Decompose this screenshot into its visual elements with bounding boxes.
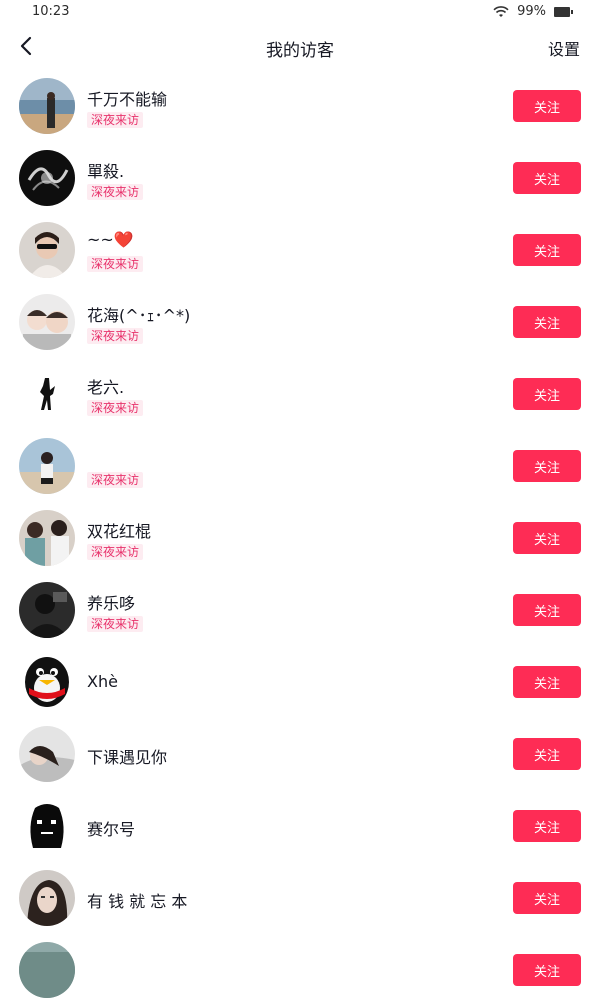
avatar[interactable]	[19, 942, 75, 998]
avatar[interactable]	[19, 582, 75, 638]
avatar[interactable]	[19, 654, 75, 710]
visitor-name: ~~❤️	[87, 230, 134, 249]
late-night-visit-tag: 深夜来访	[87, 544, 144, 560]
list-item[interactable]: 下课遇见你 关注	[0, 718, 600, 790]
list-item[interactable]: 深夜来访 关注	[0, 430, 600, 502]
avatar[interactable]	[19, 870, 75, 926]
visitor-name: Xhè	[87, 672, 118, 691]
late-night-visit-tag: 深夜来访	[87, 616, 144, 632]
status-time: 10:23	[32, 4, 70, 19]
visitor-name: 千万不能输	[87, 90, 168, 109]
list-item[interactable]: 养乐哆 深夜来访 关注	[0, 574, 600, 646]
visitor-list: 千万不能输 深夜来访 关注 單殺. 深夜来访 关注 ~~❤️ 深夜来访 关注 花…	[0, 70, 600, 1006]
list-item[interactable]: Xhè 关注	[0, 646, 600, 718]
follow-button[interactable]: 关注	[513, 450, 581, 482]
visitor-name: 下课遇见你	[87, 748, 168, 767]
list-item[interactable]: 赛尔号 关注	[0, 790, 600, 862]
follow-button[interactable]: 关注	[513, 666, 581, 698]
status-bar: 10:23 99%	[0, 0, 600, 24]
list-item[interactable]: 花海(^･ｪ･^*) 深夜来访 关注	[0, 286, 600, 358]
follow-button[interactable]: 关注	[513, 234, 581, 266]
avatar[interactable]	[19, 294, 75, 350]
follow-button[interactable]: 关注	[513, 306, 581, 338]
avatar[interactable]	[19, 726, 75, 782]
avatar[interactable]	[19, 150, 75, 206]
avatar[interactable]	[19, 366, 75, 422]
avatar[interactable]	[19, 222, 75, 278]
follow-button[interactable]: 关注	[513, 738, 581, 770]
list-item[interactable]: 双花红棍 深夜来访 关注	[0, 502, 600, 574]
late-night-visit-tag: 深夜来访	[87, 184, 144, 200]
status-icons: 99%	[493, 4, 573, 19]
visitor-name: 單殺.	[87, 162, 125, 181]
list-item[interactable]: 老六. 深夜来访 关注	[0, 358, 600, 430]
late-night-visit-tag: 深夜来访	[87, 400, 144, 416]
follow-button[interactable]: 关注	[513, 810, 581, 842]
visitor-name: 双花红棍	[87, 522, 152, 541]
follow-button[interactable]: 关注	[513, 162, 581, 194]
avatar[interactable]	[19, 78, 75, 134]
avatar[interactable]	[19, 510, 75, 566]
list-item[interactable]: 千万不能输 深夜来访 关注	[0, 70, 600, 142]
follow-button[interactable]: 关注	[513, 522, 581, 554]
visitor-name: 赛尔号	[87, 820, 136, 839]
follow-button[interactable]: 关注	[513, 882, 581, 914]
wifi-icon	[493, 5, 509, 17]
late-night-visit-tag: 深夜来访	[87, 472, 144, 488]
follow-button[interactable]: 关注	[513, 90, 581, 122]
nav-bar: 我的访客 设置	[0, 24, 600, 68]
follow-button[interactable]: 关注	[513, 594, 581, 626]
visitor-name: 养乐哆	[87, 594, 136, 613]
follow-button[interactable]: 关注	[513, 954, 581, 986]
visitor-name: 老六.	[87, 378, 125, 397]
avatar[interactable]	[19, 798, 75, 854]
list-item[interactable]: 关注	[0, 934, 600, 1006]
list-item[interactable]: 單殺. 深夜来访 关注	[0, 142, 600, 214]
settings-button[interactable]: 设置	[548, 36, 580, 60]
follow-button[interactable]: 关注	[513, 378, 581, 410]
list-item[interactable]: ~~❤️ 深夜来访 关注	[0, 214, 600, 286]
late-night-visit-tag: 深夜来访	[87, 328, 144, 344]
page-title: 我的访客	[266, 41, 334, 61]
list-item[interactable]: 有 钱 就 忘 本 关注	[0, 862, 600, 934]
late-night-visit-tag: 深夜来访	[87, 256, 144, 272]
visitor-name: 花海(^･ｪ･^*)	[87, 306, 191, 325]
avatar[interactable]	[19, 438, 75, 494]
late-night-visit-tag: 深夜来访	[87, 112, 144, 128]
battery-percent: 99%	[517, 4, 546, 19]
visitor-name: 有 钱 就 忘 本	[87, 892, 188, 911]
battery-icon	[554, 6, 573, 17]
